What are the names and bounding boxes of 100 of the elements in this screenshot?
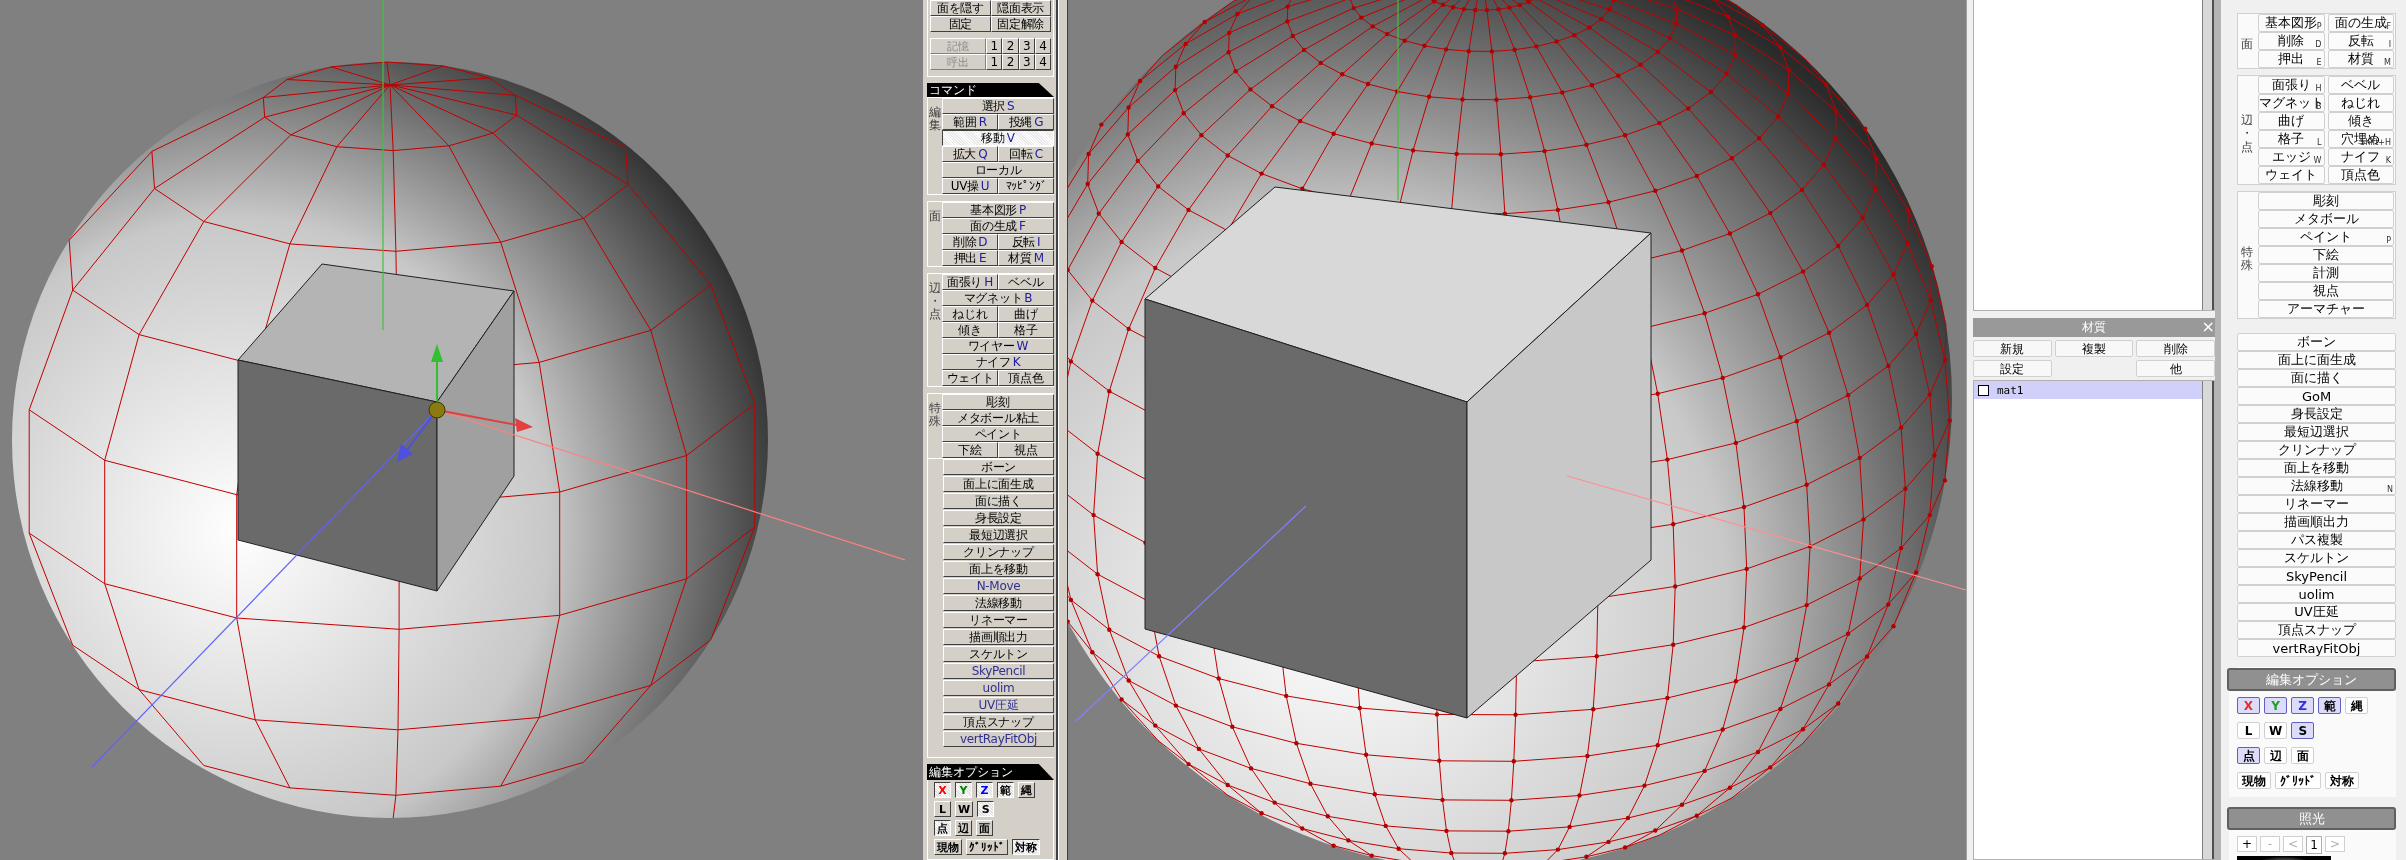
material-button[interactable]: 削除 bbox=[2136, 340, 2215, 357]
command-button[interactable]: SkyPencil bbox=[2237, 567, 2396, 585]
command-button[interactable]: 曲げ bbox=[998, 306, 1054, 322]
command-button[interactable]: ねじれ bbox=[2327, 94, 2394, 112]
page-field[interactable]: 1 bbox=[2306, 836, 2322, 854]
option-toggle[interactable]: 範 bbox=[997, 782, 1014, 798]
command-button[interactable]: 面上を移動 bbox=[2237, 459, 2396, 477]
command-button[interactable]: 固定解除 bbox=[990, 16, 1051, 32]
command-button[interactable]: 削除 D bbox=[2258, 32, 2325, 50]
command-button[interactable]: 面に描く bbox=[943, 493, 1054, 509]
option-toggle[interactable]: L bbox=[2237, 722, 2260, 739]
command-button[interactable]: UV操 U bbox=[942, 178, 998, 194]
command-button[interactable]: vertRayFitObj bbox=[943, 731, 1054, 747]
material-button[interactable]: 他 bbox=[2136, 360, 2215, 377]
command-button[interactable]: 身長設定 bbox=[2237, 405, 2396, 423]
viewport-3d[interactable] bbox=[0, 0, 905, 860]
option-toggle[interactable]: L bbox=[934, 801, 951, 817]
command-button[interactable]: 法線移動 N bbox=[2237, 477, 2396, 495]
option-toggle[interactable]: S bbox=[977, 801, 995, 817]
command-button[interactable]: ローカル bbox=[942, 162, 1054, 178]
option-toggle[interactable]: W bbox=[2264, 722, 2288, 739]
option-toggle[interactable]: 対称 bbox=[2325, 772, 2359, 789]
checkbox[interactable] bbox=[1978, 384, 1989, 396]
option-toggle[interactable]: 点 bbox=[2237, 747, 2260, 764]
option-toggle[interactable]: 辺 bbox=[955, 820, 972, 836]
command-button[interactable]: 頂点スナップ bbox=[2237, 621, 2396, 639]
command-button[interactable]: 視点 bbox=[998, 442, 1054, 458]
command-button[interactable]: 面張り H bbox=[2258, 76, 2325, 94]
command-button[interactable]: 計測 bbox=[2258, 264, 2394, 282]
command-button[interactable]: 傾き bbox=[942, 322, 998, 338]
nav-button[interactable]: + bbox=[2237, 836, 2257, 852]
command-button[interactable]: ペイント P bbox=[2258, 228, 2394, 246]
option-toggle[interactable]: 対称 bbox=[1012, 839, 1040, 855]
option-toggle[interactable]: 面 bbox=[2291, 747, 2314, 764]
option-toggle[interactable]: ｸﾞﾘｯﾄﾞ bbox=[2275, 772, 2321, 789]
command-button[interactable]: ボーン bbox=[943, 459, 1054, 475]
command-button[interactable]: 描画順出力 bbox=[943, 629, 1054, 645]
command-button[interactable]: ボーン bbox=[2237, 333, 2396, 351]
command-button[interactable]: 面の生成 F bbox=[942, 218, 1054, 234]
command-button[interactable]: 投縄 G bbox=[998, 114, 1054, 130]
command-button[interactable]: ﾏｯﾋﾟﾝｸﾞ bbox=[998, 178, 1054, 194]
command-button[interactable]: 格子 bbox=[998, 322, 1054, 338]
command-button[interactable]: 頂点スナップ bbox=[943, 714, 1054, 730]
command-button[interactable]: 材質 M bbox=[2327, 50, 2394, 68]
option-toggle[interactable]: S bbox=[2291, 722, 2315, 739]
command-button[interactable]: 面を隠す bbox=[930, 0, 991, 16]
command-button[interactable]: SkyPencil bbox=[943, 663, 1054, 679]
option-toggle[interactable]: W bbox=[955, 801, 974, 817]
command-button[interactable]: 身長設定 bbox=[943, 510, 1054, 526]
option-toggle[interactable]: X bbox=[934, 782, 951, 798]
command-button[interactable]: ワイヤー W bbox=[942, 338, 1054, 354]
material-button[interactable]: 複製 bbox=[2054, 340, 2134, 357]
command-button[interactable]: アーマチャー bbox=[2258, 300, 2394, 318]
option-toggle[interactable]: 辺 bbox=[2264, 747, 2287, 764]
command-button[interactable]: 彫刻 bbox=[2258, 192, 2394, 210]
command-button[interactable]: リネーマー bbox=[2237, 495, 2396, 513]
command-button[interactable]: 面上を移動 bbox=[943, 561, 1054, 577]
command-button[interactable]: 最短辺選択 bbox=[2237, 423, 2396, 441]
command-button[interactable]: N-Move bbox=[943, 578, 1054, 594]
command-button[interactable]: 移動 V bbox=[942, 130, 1054, 146]
command-button[interactable]: ベベル bbox=[2327, 76, 2394, 94]
panel-splitter[interactable] bbox=[1058, 0, 1068, 860]
command-button[interactable]: 削除 D bbox=[942, 234, 998, 250]
command-button[interactable]: クリンナップ bbox=[2237, 441, 2396, 459]
command-button[interactable]: ペイント bbox=[942, 426, 1054, 442]
command-button[interactable]: 最短辺選択 bbox=[943, 527, 1054, 543]
option-toggle[interactable]: ｸﾞﾘｯﾄﾞ bbox=[966, 839, 1008, 855]
command-button[interactable]: 彫刻 bbox=[942, 394, 1054, 410]
option-toggle[interactable]: 縄 bbox=[2345, 697, 2368, 714]
command-button[interactable]: UV圧延 bbox=[2237, 603, 2396, 621]
command-button[interactable]: ねじれ bbox=[942, 306, 998, 322]
command-button[interactable]: 基本図形 P bbox=[942, 202, 1054, 218]
command-button[interactable]: 隠面表示 bbox=[990, 0, 1051, 16]
command-button[interactable]: 法線移動 bbox=[943, 595, 1054, 611]
command-button[interactable]: 回転 C bbox=[998, 146, 1054, 162]
command-button[interactable]: 面張り H bbox=[942, 274, 998, 290]
command-button[interactable]: ベベル bbox=[998, 274, 1054, 290]
command-button[interactable]: 範囲 R bbox=[942, 114, 998, 130]
command-button[interactable]: uolim bbox=[943, 680, 1054, 696]
command-button[interactable]: 面に描く bbox=[2237, 369, 2396, 387]
command-button[interactable]: GoM bbox=[2237, 387, 2396, 405]
option-toggle[interactable]: 縄 bbox=[1018, 782, 1035, 798]
command-button[interactable]: 拡大 Q bbox=[942, 146, 998, 162]
command-button[interactable]: クリンナップ bbox=[943, 544, 1054, 560]
option-toggle[interactable]: 現物 bbox=[2237, 772, 2271, 789]
material-row[interactable]: mat1 bbox=[1974, 381, 2202, 399]
command-button[interactable]: 下絵 bbox=[942, 442, 998, 458]
command-button[interactable]: 格子 L bbox=[2258, 130, 2325, 148]
scrollbar[interactable] bbox=[2202, 0, 2214, 310]
command-button[interactable]: スケルトン bbox=[943, 646, 1054, 662]
command-button[interactable]: UV圧延 bbox=[943, 697, 1054, 713]
material-button[interactable]: 設定 bbox=[1973, 360, 2052, 377]
command-button[interactable]: 頂点色 bbox=[998, 370, 1054, 386]
option-toggle[interactable]: 範 bbox=[2318, 697, 2341, 714]
command-button[interactable]: 描画順出力 bbox=[2237, 513, 2396, 531]
command-button[interactable]: メタボール bbox=[2258, 210, 2394, 228]
command-button[interactable]: 下絵 bbox=[2258, 246, 2394, 264]
command-button[interactable]: 固定 bbox=[930, 16, 991, 32]
command-button[interactable]: 頂点色 bbox=[2327, 166, 2394, 184]
command-button[interactable]: 反転 I bbox=[2327, 32, 2394, 50]
